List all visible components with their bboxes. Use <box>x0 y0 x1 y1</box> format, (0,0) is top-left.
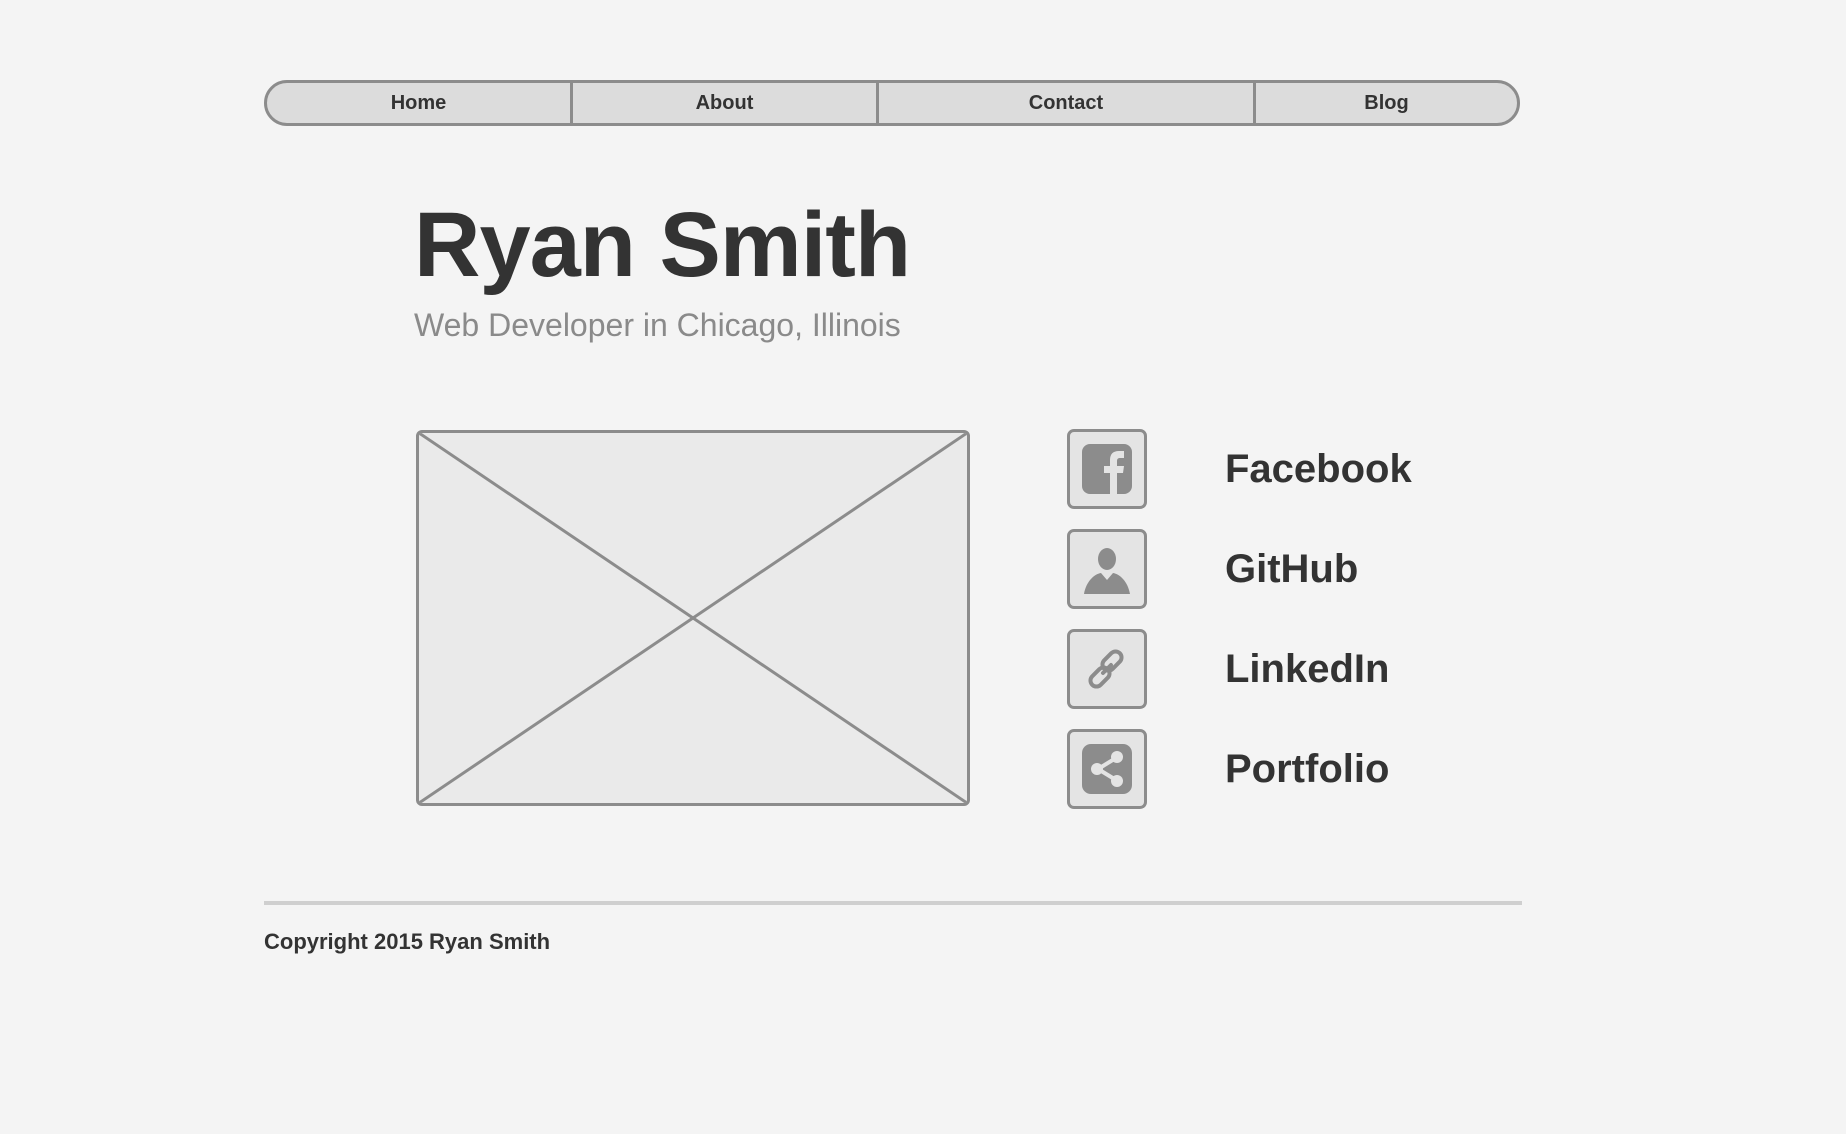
nav-item-home[interactable]: Home <box>267 83 570 123</box>
social-link-label: Facebook <box>1225 446 1412 491</box>
share-icon[interactable] <box>1067 729 1147 809</box>
page-subtitle: Web Developer in Chicago, Illinois <box>414 307 901 343</box>
footer-divider <box>264 901 1522 905</box>
social-link-label: Portfolio <box>1225 746 1390 791</box>
nav-item-about[interactable]: About <box>570 83 876 123</box>
user-icon[interactable] <box>1067 529 1147 609</box>
image-placeholder-cross <box>419 433 967 803</box>
image-placeholder <box>416 430 970 806</box>
social-link-portfolio[interactable]: Portfolio <box>1067 728 1487 810</box>
main-nav: Home About Contact Blog <box>264 80 1520 126</box>
nav-item-blog[interactable]: Blog <box>1253 83 1517 123</box>
social-link-linkedin[interactable]: LinkedIn <box>1067 628 1487 710</box>
nav-item-contact[interactable]: Contact <box>876 83 1253 123</box>
social-link-label: GitHub <box>1225 546 1359 591</box>
link-icon[interactable] <box>1067 629 1147 709</box>
social-link-github[interactable]: GitHub <box>1067 528 1487 610</box>
social-link-facebook[interactable]: Facebook <box>1067 428 1487 510</box>
copyright-text: Copyright 2015 Ryan Smith <box>264 929 551 954</box>
page-title: Ryan Smith <box>414 194 911 296</box>
social-link-label: LinkedIn <box>1225 646 1390 691</box>
facebook-icon[interactable] <box>1067 429 1147 509</box>
